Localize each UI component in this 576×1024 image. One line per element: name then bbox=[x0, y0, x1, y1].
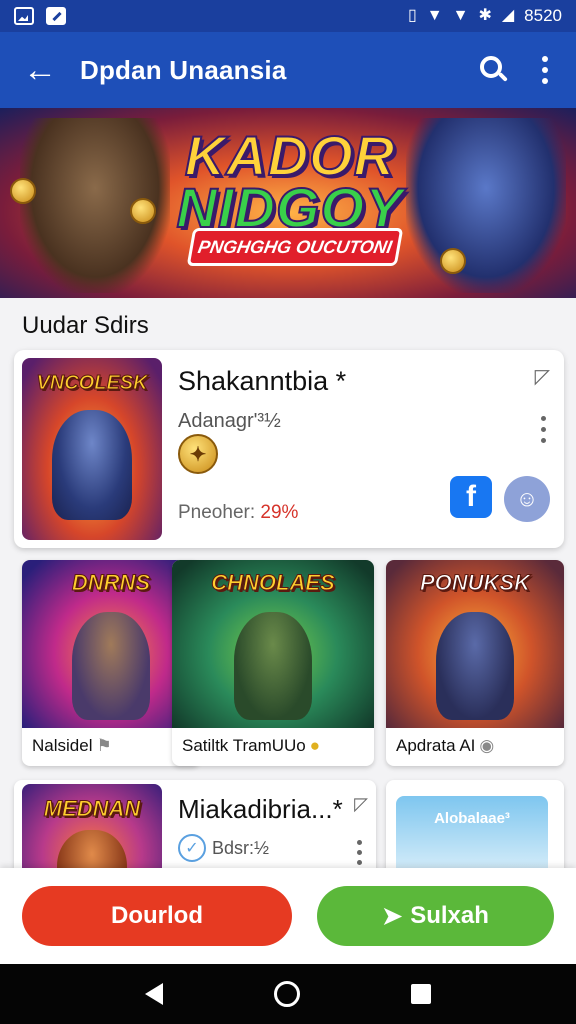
bluetooth-icon: ✱ bbox=[478, 7, 492, 24]
thumbnail-title: CHNOLAES bbox=[211, 570, 335, 596]
check-icon: ✓ bbox=[178, 834, 206, 862]
submit-button[interactable]: ➤ Sulxah bbox=[317, 886, 554, 946]
hero-ribbon: PNGHGHG OUCUTONI bbox=[186, 228, 404, 266]
facebook-icon[interactable]: f bbox=[450, 476, 492, 518]
featured-game-thumbnail[interactable]: VNCOLESK bbox=[22, 358, 162, 540]
section-title: Uudar Sdirs bbox=[22, 312, 149, 339]
game-subtitle: Bdsr:½ bbox=[212, 838, 270, 858]
system-nav-bar bbox=[0, 964, 576, 1024]
wifi-icon: ▼ bbox=[452, 7, 469, 24]
promo-text: Alobalaae³ bbox=[434, 810, 510, 827]
hero-title: KADOR NIDGOY bbox=[176, 124, 404, 239]
hero-fox-image bbox=[406, 118, 566, 293]
game-card[interactable]: PONUKSK Apdrata AI ◉ bbox=[386, 560, 564, 766]
more-vert-icon[interactable] bbox=[540, 56, 550, 84]
character-image bbox=[234, 612, 312, 720]
wifi-icon: ▼ bbox=[426, 7, 443, 24]
app-bar: ← Dpdan Unaansia bbox=[0, 32, 576, 108]
bottom-action-bar: Dourlod ➤ Sulxah bbox=[0, 868, 576, 964]
chat-icon[interactable]: ☺ bbox=[504, 476, 550, 522]
thumbnail-title: MEDNAN bbox=[43, 796, 141, 822]
game-card[interactable]: CHNOLAES Satiltk TramUUo ● bbox=[172, 560, 374, 766]
game-label: Satiltk TramUUo ● bbox=[182, 736, 321, 755]
share-icon[interactable]: ◸ bbox=[535, 364, 550, 389]
send-icon: ➤ bbox=[382, 902, 403, 930]
image-icon bbox=[14, 7, 34, 25]
game-thumbnail[interactable]: CHNOLAES bbox=[172, 560, 374, 728]
more-options-icon[interactable] bbox=[541, 416, 546, 443]
more-options-icon[interactable] bbox=[357, 840, 362, 865]
game-label: Apdrata AI ◉ bbox=[396, 736, 495, 755]
character-image bbox=[72, 612, 150, 720]
edit-icon bbox=[46, 7, 66, 25]
status-time: 8520 bbox=[524, 6, 562, 25]
progress-value: 29% bbox=[260, 502, 299, 523]
search-icon[interactable] bbox=[478, 54, 510, 86]
thumbnail-title: PONUKSK bbox=[419, 570, 530, 596]
featured-game-card[interactable]: VNCOLESK Shakanntbia * ◸ Adanagr'³½ ✦ Pn… bbox=[14, 350, 564, 548]
back-arrow-icon[interactable]: ← bbox=[0, 32, 80, 108]
app-title: Dpdan Unaansia bbox=[80, 54, 287, 85]
download-button[interactable]: Dourlod bbox=[22, 886, 292, 946]
coin-icon bbox=[10, 178, 36, 204]
character-image bbox=[436, 612, 514, 720]
status-bar: ▯ ▼ ▼ ✱ ◢ 8520 bbox=[0, 0, 576, 32]
featured-game-subtitle: Adanagr'³½ bbox=[178, 410, 281, 432]
coin-icon: ✦ bbox=[178, 434, 218, 474]
vibrate-icon: ▯ bbox=[407, 7, 417, 24]
hero-banner[interactable]: KADOR NIDGOY bbox=[0, 108, 576, 298]
character-image bbox=[52, 410, 132, 520]
nav-home-icon[interactable] bbox=[273, 981, 300, 1007]
featured-game-title[interactable]: Shakanntbia * bbox=[178, 366, 346, 397]
game-thumbnail[interactable]: PONUKSK bbox=[386, 560, 564, 728]
game-label: Nalsidel ⚑ bbox=[32, 736, 112, 755]
coin-icon bbox=[440, 248, 466, 274]
signal-icon: ◢ bbox=[501, 7, 515, 24]
nav-recents-icon[interactable] bbox=[410, 984, 431, 1004]
progress-text: Pneoher: 29% bbox=[178, 502, 299, 523]
thumbnail-title: VNCOLESK bbox=[36, 372, 148, 395]
game-title[interactable]: Miakadibria...* bbox=[178, 794, 343, 825]
share-icon[interactable]: ◸ bbox=[354, 794, 368, 815]
nav-back-icon[interactable] bbox=[145, 983, 164, 1005]
